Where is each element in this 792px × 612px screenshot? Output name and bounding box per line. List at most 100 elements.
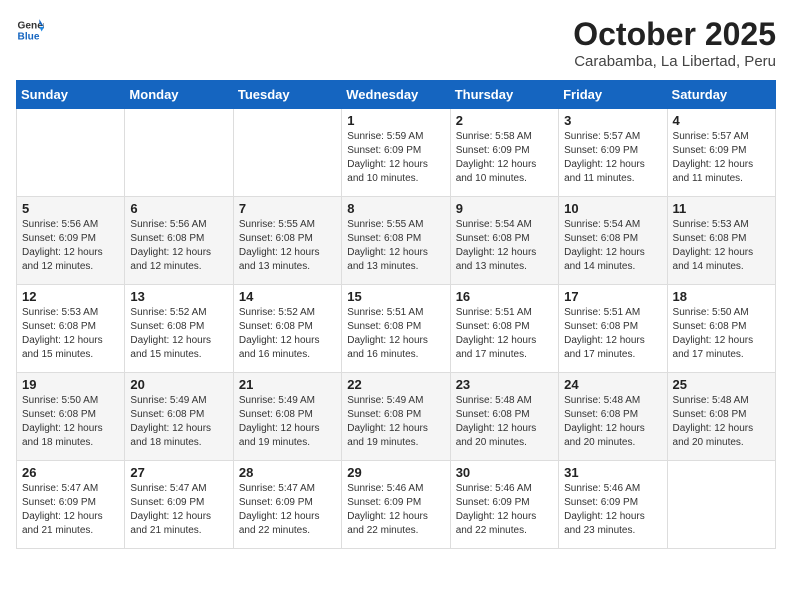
calendar-cell: 13 Sunrise: 5:52 AMSunset: 6:08 PMDaylig… (125, 285, 233, 373)
calendar-cell: 10 Sunrise: 5:54 AMSunset: 6:08 PMDaylig… (559, 197, 667, 285)
calendar-cell: 18 Sunrise: 5:50 AMSunset: 6:08 PMDaylig… (667, 285, 775, 373)
title-area: October 2025 Carabamba, La Libertad, Per… (573, 16, 776, 70)
calendar-cell: 2 Sunrise: 5:58 AMSunset: 6:09 PMDayligh… (450, 109, 558, 197)
calendar-cell: 20 Sunrise: 5:49 AMSunset: 6:08 PMDaylig… (125, 373, 233, 461)
day-number: 6 (130, 201, 227, 216)
day-info: Sunrise: 5:46 AMSunset: 6:09 PMDaylight:… (347, 483, 428, 536)
day-number: 10 (564, 201, 661, 216)
day-number: 29 (347, 465, 444, 480)
calendar-cell: 26 Sunrise: 5:47 AMSunset: 6:09 PMDaylig… (17, 461, 125, 549)
day-number: 18 (673, 289, 770, 304)
weekday-header-tuesday: Tuesday (233, 81, 341, 109)
day-info: Sunrise: 5:53 AMSunset: 6:08 PMDaylight:… (22, 307, 103, 360)
day-number: 12 (22, 289, 119, 304)
week-row-4: 19 Sunrise: 5:50 AMSunset: 6:08 PMDaylig… (17, 373, 776, 461)
location-title: Carabamba, La Libertad, Peru (573, 53, 776, 70)
day-number: 17 (564, 289, 661, 304)
weekday-header-sunday: Sunday (17, 81, 125, 109)
calendar-cell: 28 Sunrise: 5:47 AMSunset: 6:09 PMDaylig… (233, 461, 341, 549)
day-number: 19 (22, 377, 119, 392)
day-number: 5 (22, 201, 119, 216)
day-number: 28 (239, 465, 336, 480)
day-info: Sunrise: 5:49 AMSunset: 6:08 PMDaylight:… (239, 395, 320, 448)
calendar-cell: 14 Sunrise: 5:52 AMSunset: 6:08 PMDaylig… (233, 285, 341, 373)
day-number: 16 (456, 289, 553, 304)
day-number: 9 (456, 201, 553, 216)
calendar-cell: 8 Sunrise: 5:55 AMSunset: 6:08 PMDayligh… (342, 197, 450, 285)
calendar-cell: 24 Sunrise: 5:48 AMSunset: 6:08 PMDaylig… (559, 373, 667, 461)
day-info: Sunrise: 5:56 AMSunset: 6:08 PMDaylight:… (130, 219, 211, 272)
calendar-cell (667, 461, 775, 549)
day-info: Sunrise: 5:49 AMSunset: 6:08 PMDaylight:… (347, 395, 428, 448)
calendar-cell: 7 Sunrise: 5:55 AMSunset: 6:08 PMDayligh… (233, 197, 341, 285)
calendar-cell: 6 Sunrise: 5:56 AMSunset: 6:08 PMDayligh… (125, 197, 233, 285)
day-info: Sunrise: 5:51 AMSunset: 6:08 PMDaylight:… (347, 307, 428, 360)
logo: General Blue (16, 16, 44, 44)
day-number: 27 (130, 465, 227, 480)
day-info: Sunrise: 5:52 AMSunset: 6:08 PMDaylight:… (239, 307, 320, 360)
calendar-cell: 30 Sunrise: 5:46 AMSunset: 6:09 PMDaylig… (450, 461, 558, 549)
weekday-header-thursday: Thursday (450, 81, 558, 109)
day-info: Sunrise: 5:57 AMSunset: 6:09 PMDaylight:… (673, 131, 754, 184)
day-info: Sunrise: 5:47 AMSunset: 6:09 PMDaylight:… (239, 483, 320, 536)
calendar-cell (233, 109, 341, 197)
day-info: Sunrise: 5:55 AMSunset: 6:08 PMDaylight:… (239, 219, 320, 272)
day-number: 26 (22, 465, 119, 480)
calendar-cell: 22 Sunrise: 5:49 AMSunset: 6:08 PMDaylig… (342, 373, 450, 461)
day-info: Sunrise: 5:58 AMSunset: 6:09 PMDaylight:… (456, 131, 537, 184)
calendar-cell (125, 109, 233, 197)
logo-icon: General Blue (16, 16, 44, 44)
day-info: Sunrise: 5:50 AMSunset: 6:08 PMDaylight:… (673, 307, 754, 360)
calendar-cell: 4 Sunrise: 5:57 AMSunset: 6:09 PMDayligh… (667, 109, 775, 197)
day-number: 11 (673, 201, 770, 216)
day-number: 2 (456, 113, 553, 128)
week-row-5: 26 Sunrise: 5:47 AMSunset: 6:09 PMDaylig… (17, 461, 776, 549)
svg-text:Blue: Blue (18, 31, 40, 42)
day-info: Sunrise: 5:55 AMSunset: 6:08 PMDaylight:… (347, 219, 428, 272)
day-number: 24 (564, 377, 661, 392)
day-info: Sunrise: 5:49 AMSunset: 6:08 PMDaylight:… (130, 395, 211, 448)
calendar-cell: 27 Sunrise: 5:47 AMSunset: 6:09 PMDaylig… (125, 461, 233, 549)
day-number: 31 (564, 465, 661, 480)
day-info: Sunrise: 5:50 AMSunset: 6:08 PMDaylight:… (22, 395, 103, 448)
calendar-cell (17, 109, 125, 197)
day-info: Sunrise: 5:46 AMSunset: 6:09 PMDaylight:… (456, 483, 537, 536)
month-title: October 2025 (573, 16, 776, 53)
day-number: 7 (239, 201, 336, 216)
day-info: Sunrise: 5:53 AMSunset: 6:08 PMDaylight:… (673, 219, 754, 272)
day-info: Sunrise: 5:59 AMSunset: 6:09 PMDaylight:… (347, 131, 428, 184)
day-number: 25 (673, 377, 770, 392)
calendar-cell: 16 Sunrise: 5:51 AMSunset: 6:08 PMDaylig… (450, 285, 558, 373)
day-number: 23 (456, 377, 553, 392)
day-info: Sunrise: 5:48 AMSunset: 6:08 PMDaylight:… (564, 395, 645, 448)
day-number: 30 (456, 465, 553, 480)
calendar-cell: 21 Sunrise: 5:49 AMSunset: 6:08 PMDaylig… (233, 373, 341, 461)
calendar-cell: 3 Sunrise: 5:57 AMSunset: 6:09 PMDayligh… (559, 109, 667, 197)
day-info: Sunrise: 5:56 AMSunset: 6:09 PMDaylight:… (22, 219, 103, 272)
calendar-cell: 23 Sunrise: 5:48 AMSunset: 6:08 PMDaylig… (450, 373, 558, 461)
weekday-header-wednesday: Wednesday (342, 81, 450, 109)
calendar-cell: 11 Sunrise: 5:53 AMSunset: 6:08 PMDaylig… (667, 197, 775, 285)
day-number: 21 (239, 377, 336, 392)
day-number: 3 (564, 113, 661, 128)
day-info: Sunrise: 5:52 AMSunset: 6:08 PMDaylight:… (130, 307, 211, 360)
weekday-header-saturday: Saturday (667, 81, 775, 109)
day-info: Sunrise: 5:54 AMSunset: 6:08 PMDaylight:… (564, 219, 645, 272)
day-number: 14 (239, 289, 336, 304)
calendar-cell: 29 Sunrise: 5:46 AMSunset: 6:09 PMDaylig… (342, 461, 450, 549)
calendar-cell: 17 Sunrise: 5:51 AMSunset: 6:08 PMDaylig… (559, 285, 667, 373)
week-row-1: 1 Sunrise: 5:59 AMSunset: 6:09 PMDayligh… (17, 109, 776, 197)
day-number: 22 (347, 377, 444, 392)
page-header: General Blue October 2025 Carabamba, La … (16, 16, 776, 70)
day-number: 1 (347, 113, 444, 128)
day-info: Sunrise: 5:54 AMSunset: 6:08 PMDaylight:… (456, 219, 537, 272)
day-number: 13 (130, 289, 227, 304)
calendar-cell: 15 Sunrise: 5:51 AMSunset: 6:08 PMDaylig… (342, 285, 450, 373)
calendar-cell: 5 Sunrise: 5:56 AMSunset: 6:09 PMDayligh… (17, 197, 125, 285)
calendar-cell: 9 Sunrise: 5:54 AMSunset: 6:08 PMDayligh… (450, 197, 558, 285)
day-info: Sunrise: 5:47 AMSunset: 6:09 PMDaylight:… (22, 483, 103, 536)
day-number: 4 (673, 113, 770, 128)
weekday-header-friday: Friday (559, 81, 667, 109)
calendar-cell: 1 Sunrise: 5:59 AMSunset: 6:09 PMDayligh… (342, 109, 450, 197)
day-info: Sunrise: 5:46 AMSunset: 6:09 PMDaylight:… (564, 483, 645, 536)
